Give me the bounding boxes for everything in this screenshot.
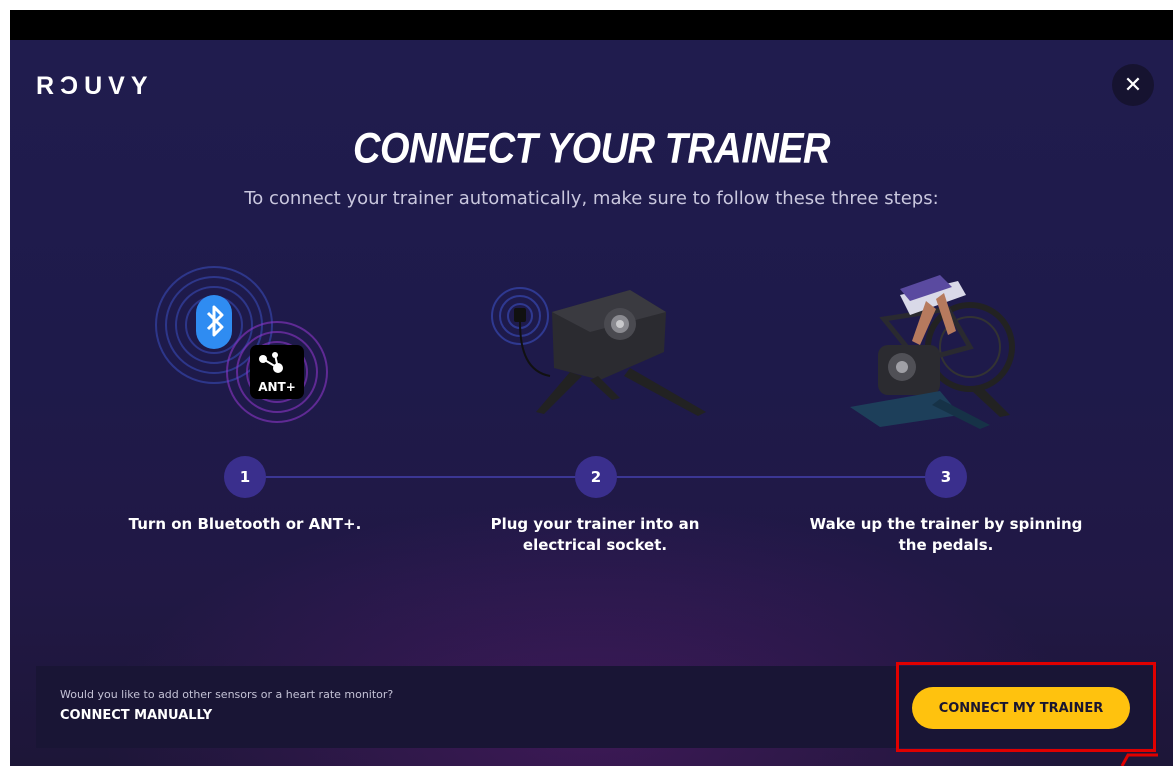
highlight-box bbox=[896, 662, 1156, 752]
rouvy-logo: RϽUVY bbox=[36, 72, 154, 100]
step-3-text-line-2: the pedals. bbox=[898, 536, 994, 554]
step-3-text: Wake up the trainer by spinning the peda… bbox=[786, 514, 1106, 556]
footer-question: Would you like to add other sensors or a… bbox=[60, 688, 394, 701]
trainer-plug-icon bbox=[491, 287, 706, 416]
step-1-text: Turn on Bluetooth or ANT+. bbox=[85, 514, 405, 535]
step-3-number: 3 bbox=[925, 456, 967, 498]
cyclist-trainer-icon bbox=[850, 275, 1015, 429]
close-icon: ✕ bbox=[1123, 72, 1143, 98]
step-2-text: Plug your trainer into an electrical soc… bbox=[435, 514, 755, 556]
step-2-text-line-1: Plug your trainer into an bbox=[490, 515, 700, 533]
connect-trainer-dialog: RϽUVY ✕ CONNECT YOUR TRAINER To connect … bbox=[10, 40, 1173, 766]
step-3-text-line-1: Wake up the trainer by spinning bbox=[809, 515, 1083, 533]
page-title: CONNECT YOUR TRAINER bbox=[353, 125, 831, 173]
step-2-number: 2 bbox=[575, 456, 617, 498]
ant-label: ANT+ bbox=[258, 380, 296, 394]
close-button[interactable]: ✕ bbox=[1112, 64, 1154, 106]
step-1-text-line: Turn on Bluetooth or ANT+. bbox=[128, 515, 362, 533]
arrow-pointer-icon bbox=[1120, 753, 1158, 766]
step-2-text-line-2: electrical socket. bbox=[522, 536, 668, 554]
page-subtitle: To connect your trainer automatically, m… bbox=[244, 188, 939, 209]
step-1-number: 1 bbox=[224, 456, 266, 498]
window-top-bar bbox=[10, 10, 1173, 40]
connect-manually-link[interactable]: CONNECT MANUALLY bbox=[60, 708, 212, 723]
bluetooth-ant-icon: ANT+ bbox=[155, 266, 328, 423]
